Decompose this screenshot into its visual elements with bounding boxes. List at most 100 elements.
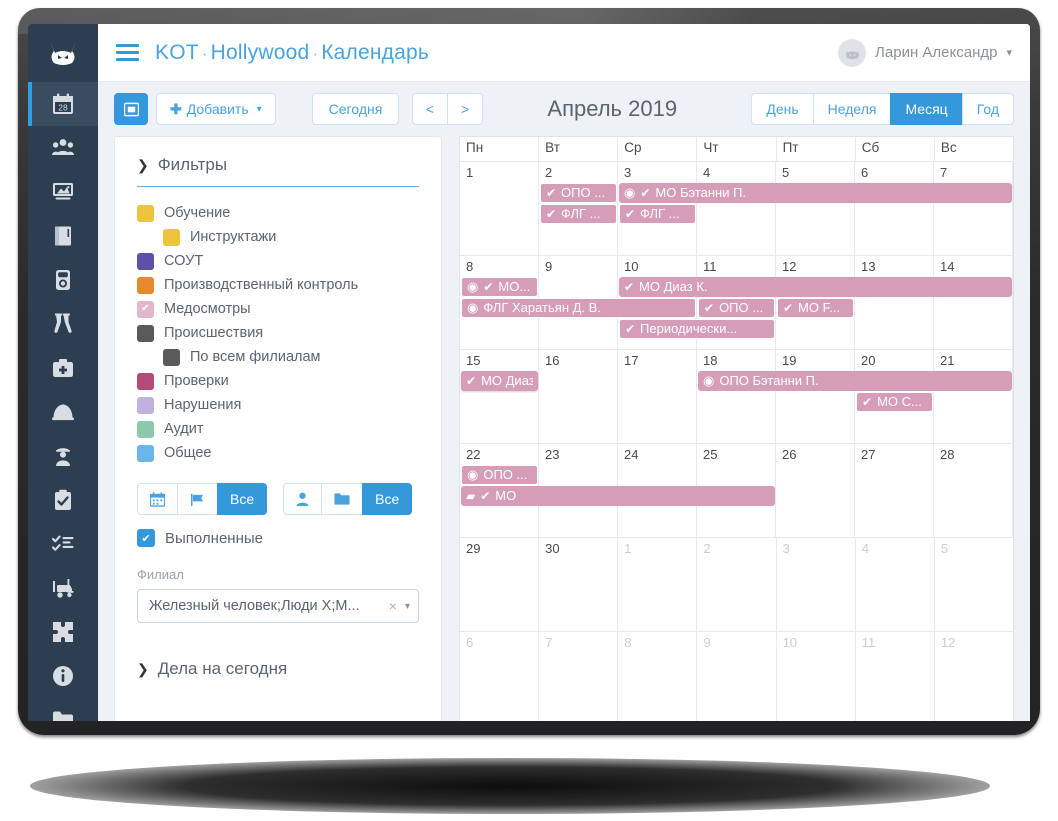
filter-color-swatch[interactable] <box>137 444 154 462</box>
filter-row[interactable]: Нарушения <box>137 393 419 417</box>
calendar-day-cell[interactable]: 2 <box>697 538 777 631</box>
filter-color-swatch[interactable] <box>137 396 154 414</box>
rail-employees[interactable] <box>28 126 98 170</box>
calendar-day-cell[interactable]: 5 <box>935 538 1013 631</box>
breadcrumb-item-hollywood[interactable]: Hollywood <box>211 41 310 64</box>
calendar-day-cell[interactable]: 5 <box>776 162 855 255</box>
filter-color-swatch[interactable] <box>137 252 154 270</box>
calendar-event[interactable]: ✔ ФЛГ ... <box>539 204 617 224</box>
calendar-event[interactable]: ◉ ФЛГ Харатьян Д. В. <box>461 298 696 318</box>
view-button-2[interactable]: Неделя <box>812 93 892 125</box>
calendar-event[interactable]: ✔ МО F... <box>776 298 854 318</box>
calendar-day-cell[interactable]: 28 <box>934 444 1013 537</box>
filter-color-swatch[interactable]: ✔ <box>137 300 154 318</box>
filter-all-left-button[interactable]: Все <box>217 483 268 515</box>
calendar-day-cell[interactable]: 29 <box>460 538 540 631</box>
clear-icon[interactable]: × <box>381 598 405 614</box>
calendar-day-cell[interactable]: 15 <box>460 350 539 443</box>
calendar-day-cell[interactable]: 1 <box>618 538 698 631</box>
filter-row[interactable]: Происшествия <box>137 321 419 345</box>
calendar-day-cell[interactable]: 7 <box>934 162 1013 255</box>
filter-color-swatch[interactable] <box>137 372 154 390</box>
today-tasks-section-header[interactable]: ❯ Дела на сегодня <box>137 659 419 679</box>
filter-color-swatch[interactable] <box>137 420 154 438</box>
calendar-day-cell[interactable]: 18 <box>697 350 776 443</box>
calendar-event[interactable]: ✔ ОПО ... <box>698 298 775 318</box>
rail-library[interactable] <box>28 214 98 258</box>
calendar-day-cell[interactable]: 9 <box>697 632 777 721</box>
prev-period-button[interactable]: < <box>411 93 448 125</box>
calendar-event[interactable]: ✔ МО С... <box>856 392 933 412</box>
user-menu[interactable]: Ларин Александр ▾ <box>838 38 1012 67</box>
filter-row[interactable]: Аудит <box>137 417 419 441</box>
rail-calendar[interactable]: 28 <box>28 82 98 126</box>
app-logo[interactable] <box>28 24 98 82</box>
filter-by-person-button[interactable] <box>283 483 323 515</box>
breadcrumb-item-calendar[interactable]: Календарь <box>321 41 429 64</box>
filter-row[interactable]: Производственный контроль <box>137 273 419 297</box>
calendar-day-cell[interactable]: 13 <box>855 256 934 349</box>
filter-row[interactable]: Инструктажи <box>137 225 419 249</box>
calendar-day-cell[interactable]: 21 <box>934 350 1013 443</box>
calendar-day-cell[interactable]: 12 <box>935 632 1013 721</box>
calendar-day-cell[interactable]: 6 <box>460 632 540 721</box>
filter-by-flag-button[interactable] <box>177 483 218 515</box>
calendar-day-cell[interactable]: 3 <box>777 538 856 631</box>
filter-by-folder-button[interactable] <box>321 483 364 515</box>
rail-equipment[interactable] <box>28 566 98 610</box>
view-button-3[interactable]: Месяц <box>890 93 963 125</box>
calendar-day-cell[interactable]: 17 <box>618 350 697 443</box>
calendar-day-cell[interactable]: 7 <box>539 632 619 721</box>
calendar-day-cell[interactable]: 14 <box>934 256 1013 349</box>
filter-color-swatch[interactable] <box>137 324 154 342</box>
calendar-day-cell[interactable]: 8 <box>618 632 698 721</box>
rail-workplaces[interactable] <box>28 170 98 214</box>
branch-select[interactable]: Железный человек;Люди X;М... × ▾ <box>137 589 419 623</box>
calendar-day-cell[interactable]: 27 <box>855 444 934 537</box>
add-button[interactable]: ✚ Добавить ▾ <box>156 93 276 125</box>
hamburger-icon[interactable] <box>116 44 139 61</box>
view-button-1[interactable]: День <box>751 93 814 125</box>
calendar-day-cell[interactable]: 10 <box>777 632 856 721</box>
next-period-button[interactable]: > <box>446 93 484 125</box>
rail-safety[interactable] <box>28 390 98 434</box>
view-button-4[interactable]: Год <box>961 93 1014 125</box>
filter-row[interactable]: По всем филиалам <box>137 345 419 369</box>
filter-row[interactable]: СОУТ <box>137 249 419 273</box>
calendar-event[interactable]: ✔ Периодически... <box>618 319 775 339</box>
calendar-event[interactable]: ✔ МО Диаз К. <box>618 277 1012 297</box>
calendar-day-cell[interactable]: 30 <box>539 538 619 631</box>
rail-lab[interactable] <box>28 302 98 346</box>
filter-row[interactable]: Общее <box>137 441 419 465</box>
rail-worker[interactable] <box>28 434 98 478</box>
filter-row[interactable]: ✔ Медосмотры <box>137 297 419 321</box>
calendar-event[interactable]: ✔ ФЛГ ... <box>618 204 696 224</box>
calendar-day-cell[interactable]: 11 <box>856 632 935 721</box>
calendar-event[interactable]: ✔ ОПО ... <box>539 183 617 203</box>
breadcrumb-item-kot[interactable]: KOT <box>155 41 199 64</box>
rail-inspections[interactable] <box>28 478 98 522</box>
calendar-event[interactable]: ◉ ✔ МО Бэтанни П. <box>618 183 1012 203</box>
rail-devices[interactable] <box>28 258 98 302</box>
filter-all-right-button[interactable]: Все <box>362 483 413 515</box>
filter-color-swatch[interactable] <box>163 228 180 246</box>
rail-tasks[interactable] <box>28 522 98 566</box>
calendar-day-cell[interactable]: 26 <box>776 444 855 537</box>
calendar-event[interactable]: ✔ МО Диаз К. <box>461 371 538 391</box>
filter-row[interactable]: Обучение <box>137 201 419 225</box>
filters-section-header[interactable]: ❯ Фильтры <box>137 155 419 175</box>
filter-color-swatch[interactable] <box>137 204 154 222</box>
calendar-event[interactable]: ◉ ОПО ... <box>461 465 538 485</box>
calendar-day-cell[interactable]: 4 <box>856 538 935 631</box>
calendar-event[interactable]: ◉ ✔ МО... <box>461 277 538 297</box>
calendar-day-cell[interactable]: 16 <box>539 350 618 443</box>
rail-modules[interactable] <box>28 610 98 654</box>
rail-documents[interactable] <box>28 698 98 721</box>
calendar-day-cell[interactable]: 19 <box>776 350 855 443</box>
calendar-day-cell[interactable]: 1 <box>460 162 539 255</box>
sidebar-toggle-button[interactable] <box>114 93 148 125</box>
calendar-day-cell[interactable]: 6 <box>855 162 934 255</box>
calendar-day-cell[interactable]: 4 <box>697 162 776 255</box>
rail-info[interactable] <box>28 654 98 698</box>
filter-color-swatch[interactable] <box>163 348 180 366</box>
